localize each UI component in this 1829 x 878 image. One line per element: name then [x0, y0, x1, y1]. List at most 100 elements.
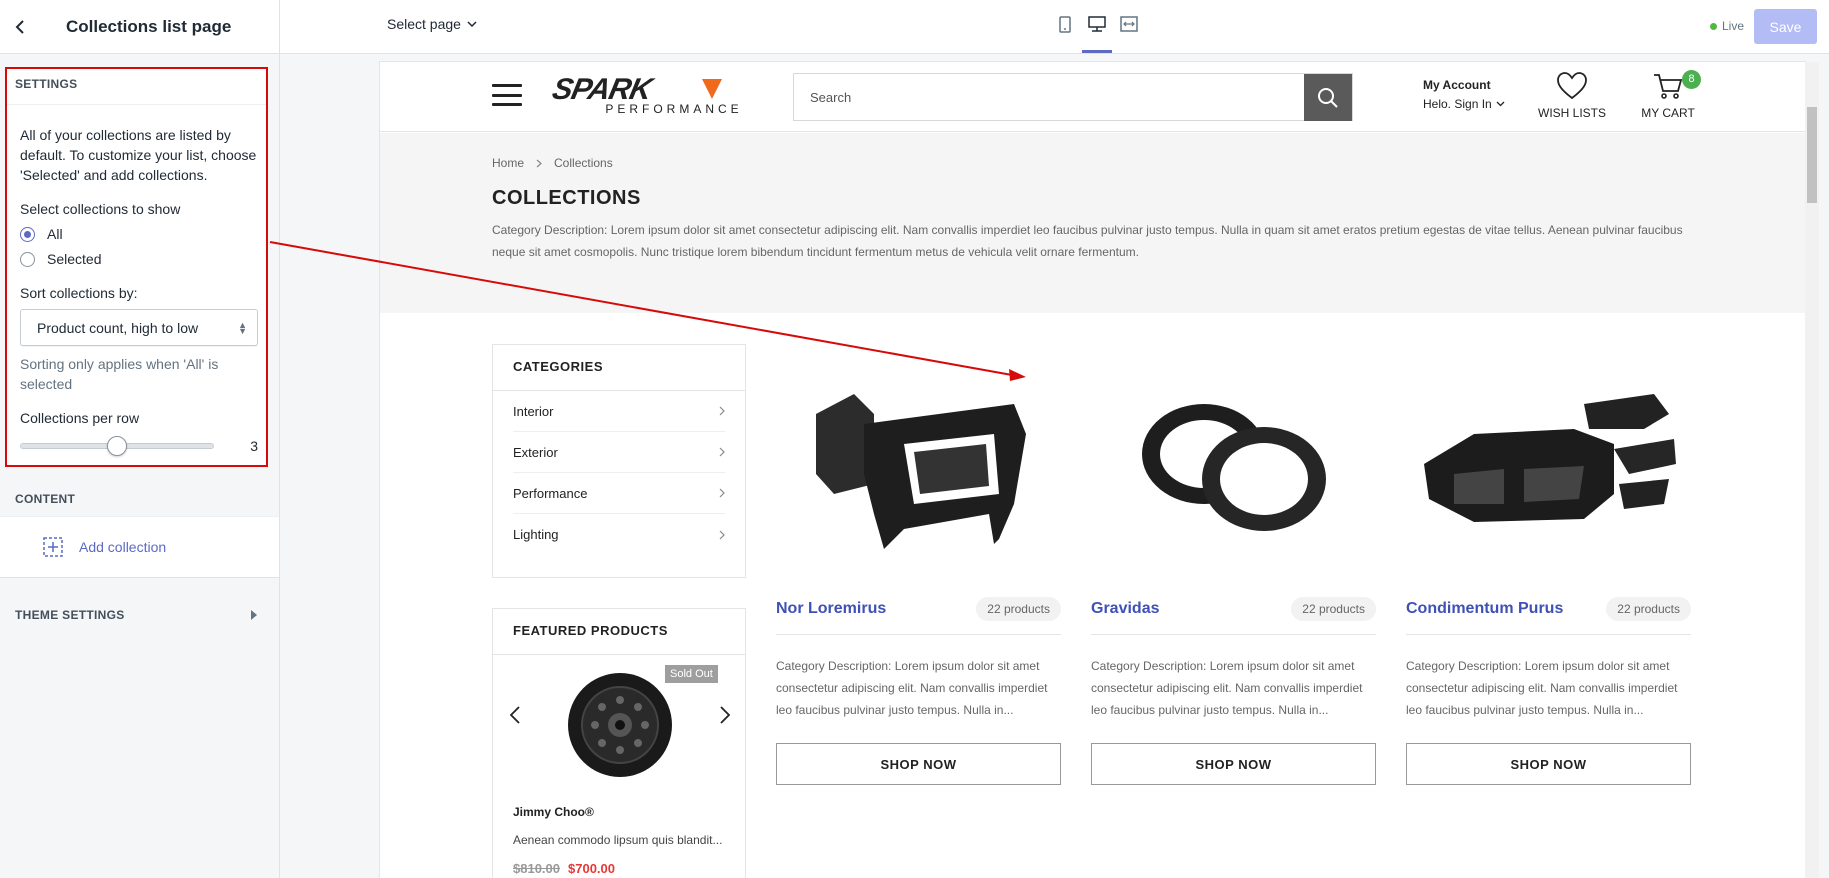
chevron-right-icon	[536, 159, 542, 167]
featured-product-desc: Aenean commodo lipsum quis blandit...	[513, 833, 723, 847]
content-section: CONTENT Add collection	[0, 478, 279, 578]
select-page-dropdown[interactable]: Select page	[387, 16, 477, 32]
chevron-right-icon	[720, 706, 730, 724]
store-logo[interactable]: SPARK PERFORMANCE	[549, 73, 756, 121]
collection-description: Category Description: Lorem ipsum dolor …	[1406, 659, 1678, 717]
category-item[interactable]: Lighting	[513, 514, 725, 555]
old-price: $810.00	[513, 861, 560, 876]
back-button[interactable]	[0, 0, 40, 54]
category-item[interactable]: Interior	[513, 391, 725, 432]
speaker-rings-image[interactable]	[1091, 344, 1376, 584]
chevron-left-icon	[15, 19, 24, 34]
collection-name[interactable]: Gravidas	[1091, 600, 1159, 618]
product-count-badge: 22 products	[1606, 597, 1691, 621]
radio-all-control[interactable]	[20, 226, 35, 242]
collection-hero: Home Collections COLLECTIONS Category De…	[380, 133, 1805, 313]
breadcrumb-current: Collections	[554, 156, 613, 170]
collection-description: Category Description: Lorem ipsum dolor …	[1091, 659, 1363, 717]
shop-now-button[interactable]: SHOP NOW	[776, 743, 1061, 785]
shop-now-button[interactable]: SHOP NOW	[1091, 743, 1376, 785]
settings-description: All of your collections are listed by de…	[20, 127, 257, 183]
sort-select[interactable]: Product count, high to low ▲ ▼	[20, 309, 258, 346]
collection-name[interactable]: Condimentum Purus	[1406, 600, 1563, 618]
wishlist-label: WISH LISTS	[1538, 106, 1607, 120]
search-button[interactable]	[1304, 74, 1352, 121]
save-button[interactable]: Save	[1754, 9, 1817, 44]
categories-widget: CATEGORIES Interior Exterior Performance…	[492, 344, 746, 578]
collection-name[interactable]: Nor Loremirus	[776, 600, 886, 618]
cart-count-badge: 8	[1682, 70, 1701, 89]
body-kit-image-graphic	[1423, 394, 1676, 522]
per-row-slider-thumb[interactable]	[107, 436, 127, 456]
svg-text:SPARK: SPARK	[552, 75, 657, 103]
scrollbar-thumb[interactable]	[1807, 107, 1817, 203]
device-switcher	[1054, 10, 1140, 53]
add-block-icon	[43, 537, 63, 557]
cart-icon	[1654, 74, 1683, 99]
desktop-view-button[interactable]	[1082, 10, 1112, 53]
page-title: COLLECTIONS	[492, 187, 641, 209]
search-icon	[1318, 87, 1338, 108]
menu-icon[interactable]	[492, 84, 522, 106]
categories-title: CATEGORIES	[493, 345, 745, 391]
select-arrows-icon: ▲ ▼	[238, 319, 247, 336]
fullwidth-view-button[interactable]	[1118, 10, 1140, 44]
carousel-prev-button[interactable]	[505, 700, 525, 730]
featured-product-name[interactable]: Jimmy Choo®	[493, 805, 745, 819]
shop-now-button[interactable]: SHOP NOW	[1406, 743, 1691, 785]
category-label: Exterior	[513, 444, 558, 460]
settings-heading: SETTINGS	[7, 69, 266, 105]
fullscreen-icon	[1120, 16, 1138, 32]
featured-products-widget: FEATURED PRODUCTS Sold Out Jimmy Choo® A…	[492, 608, 746, 878]
spark-logo-icon: SPARK	[549, 73, 722, 106]
collection-card: Gravidas 22 products Category Descriptio…	[1091, 344, 1376, 785]
divider	[1091, 634, 1376, 635]
breadcrumb: Home Collections	[492, 156, 613, 170]
theme-settings-toggle[interactable]: THEME SETTINGS	[0, 595, 279, 635]
collection-card: Nor Loremirus 22 products Category Descr…	[776, 344, 1061, 785]
radio-selected[interactable]: Selected	[20, 249, 258, 269]
sidebar-title: Collections list page	[66, 16, 232, 36]
category-item[interactable]: Performance	[513, 473, 725, 514]
featured-title: FEATURED PRODUCTS	[493, 609, 745, 655]
body-kit-image[interactable]	[1406, 344, 1691, 584]
sort-help-text: Sorting only applies when 'All' is selec…	[20, 356, 219, 392]
per-row-slider-row: 3	[20, 436, 258, 456]
per-row-slider[interactable]	[20, 436, 215, 456]
category-label: Interior	[513, 403, 554, 419]
store-header: SPARK PERFORMANCE My Account Helo. Sign …	[380, 62, 1805, 132]
account-menu[interactable]: My Account Helo. Sign In	[1423, 78, 1505, 111]
mobile-view-button[interactable]	[1054, 10, 1076, 44]
store-preview: SPARK PERFORMANCE My Account Helo. Sign …	[380, 62, 1805, 878]
sold-out-badge: Sold Out	[665, 665, 718, 683]
caret-right-icon	[251, 610, 257, 620]
breadcrumb-home[interactable]: Home	[492, 156, 524, 170]
chevron-left-icon	[510, 706, 520, 724]
live-label: Live	[1722, 19, 1745, 33]
divider	[776, 634, 1061, 635]
cart-link[interactable]: 8 MY CART	[1636, 70, 1701, 120]
preview-scrollbar[interactable]	[1805, 62, 1819, 878]
add-collection-label: Add collection	[79, 539, 167, 555]
dash-panel-image[interactable]	[776, 344, 1061, 584]
account-title: My Account	[1423, 78, 1491, 92]
cart-label: MY CART	[1641, 106, 1695, 120]
search-input[interactable]	[794, 74, 1304, 120]
live-status: Live	[1710, 19, 1744, 33]
chevron-down-icon	[467, 21, 477, 27]
dash-panel-image-graphic	[815, 394, 1026, 549]
speaker-rings-image-graphic	[1141, 404, 1326, 531]
chevron-down-icon	[1496, 101, 1505, 107]
wheel-product-image[interactable]	[565, 670, 675, 780]
theme-settings-label: THEME SETTINGS	[15, 608, 125, 622]
wishlist-link[interactable]: WISH LISTS	[1538, 72, 1606, 120]
content-heading: CONTENT	[15, 492, 76, 506]
select-page-label: Select page	[387, 16, 461, 32]
carousel-next-button[interactable]	[715, 700, 735, 730]
collection-card: Condimentum Purus 22 products Category D…	[1406, 344, 1691, 785]
radio-all[interactable]: All	[20, 224, 258, 244]
radio-selected-control[interactable]	[20, 251, 35, 267]
add-collection-button[interactable]: Add collection	[0, 516, 279, 578]
editor-topbar: Select page Live Save	[280, 0, 1829, 54]
category-item[interactable]: Exterior	[513, 432, 725, 473]
